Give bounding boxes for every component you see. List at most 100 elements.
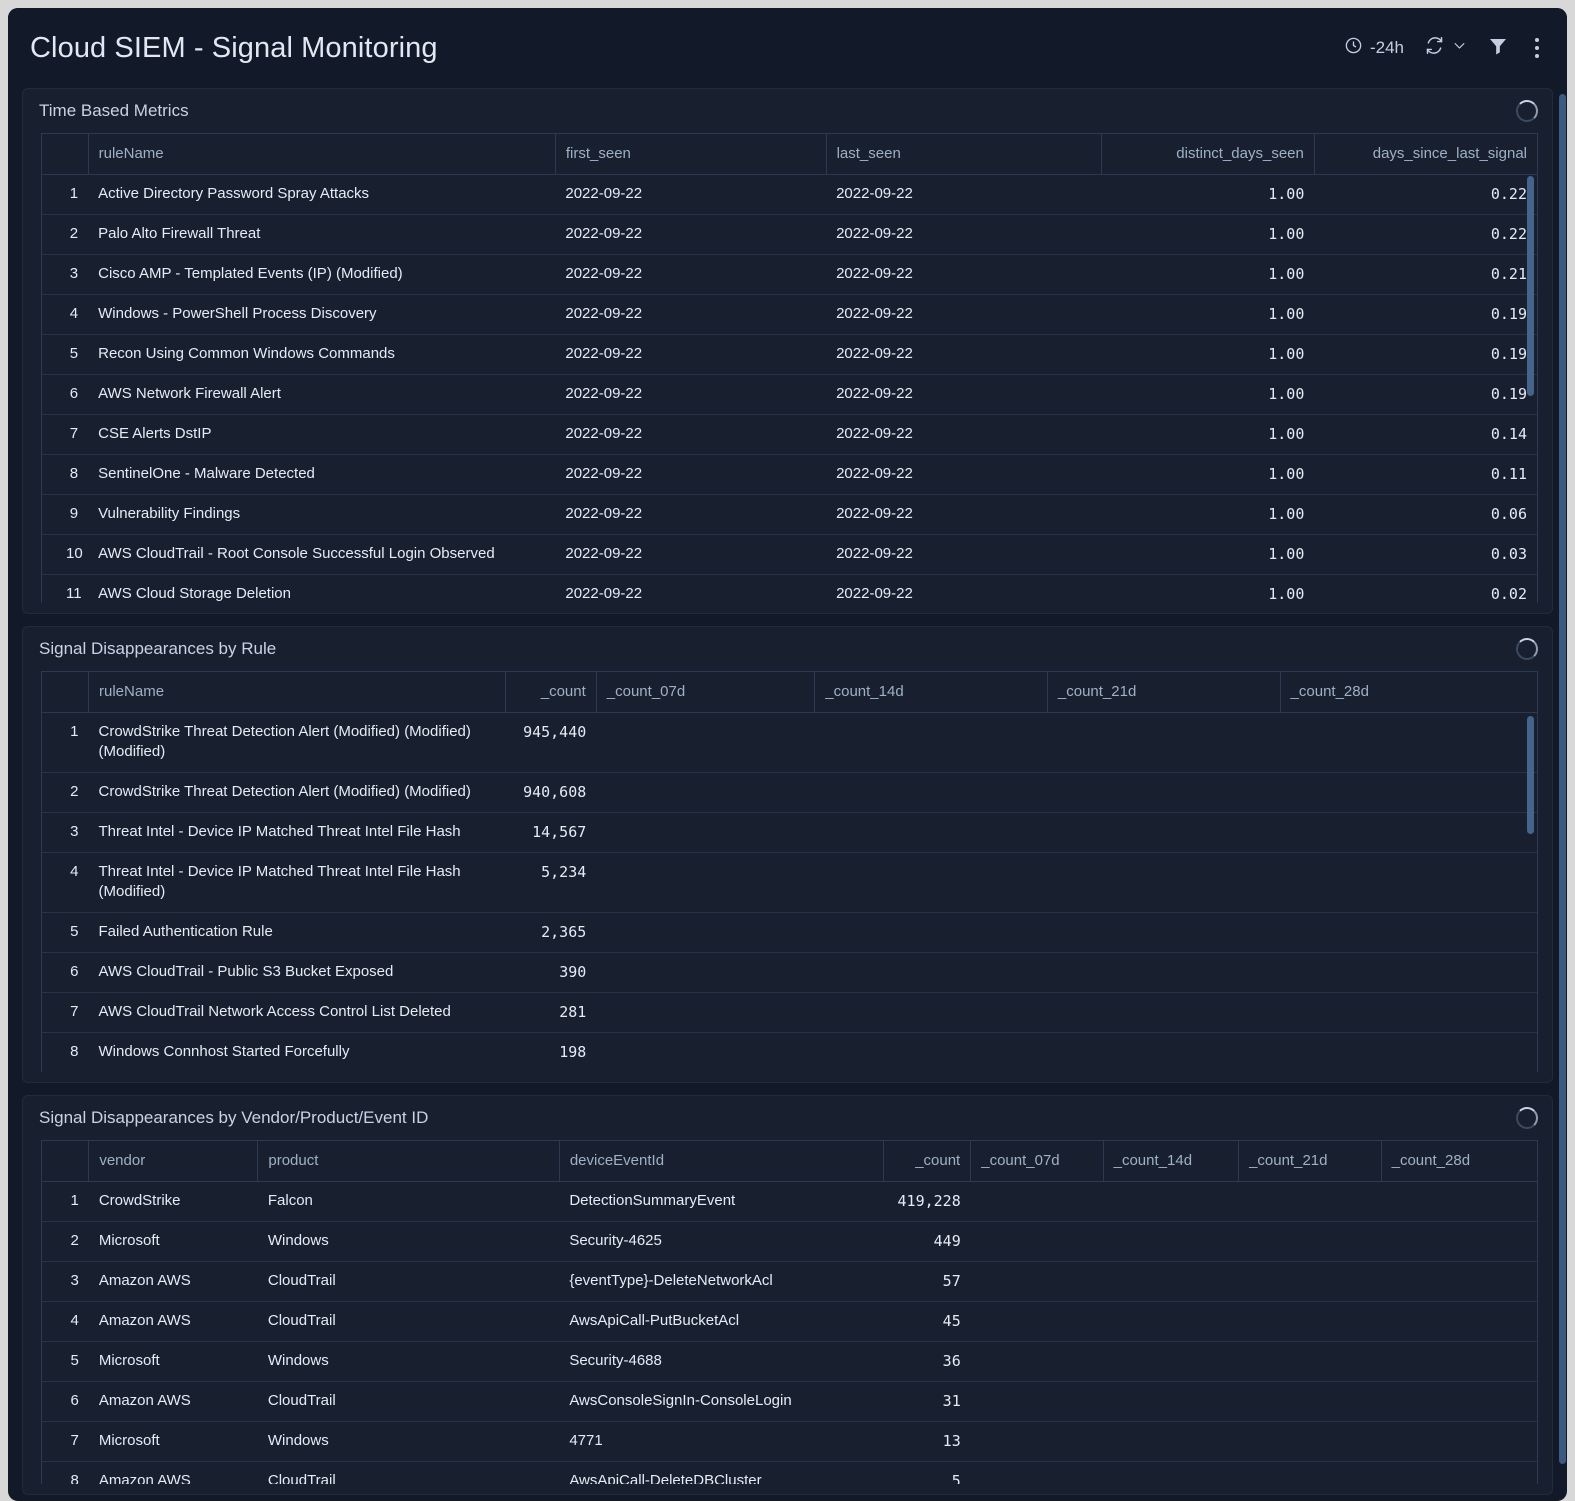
table-row[interactable]: 5Recon Using Common Windows Commands2022…: [42, 335, 1537, 375]
table-head: ruleName first_seen last_seen distinct_d…: [42, 134, 1537, 175]
col-header-count-14d[interactable]: _count_14d: [815, 672, 1048, 713]
cell-count: 5,234: [505, 853, 596, 913]
col-header-rulename[interactable]: ruleName: [88, 134, 555, 175]
table-row[interactable]: 8SentinelOne - Malware Detected2022-09-2…: [42, 455, 1537, 495]
col-header-vendor[interactable]: vendor: [89, 1141, 258, 1182]
row-number: 3: [56, 1262, 89, 1302]
filter-button[interactable]: [1487, 35, 1509, 62]
cell-rulename: CrowdStrike Threat Detection Alert (Modi…: [89, 773, 506, 813]
row-number: 6: [56, 953, 88, 993]
cell-count: 31: [883, 1382, 971, 1422]
scrollbar-thumb[interactable]: [1527, 716, 1534, 834]
table-body: 1CrowdStrike Threat Detection Alert (Mod…: [42, 713, 1537, 1073]
col-header-device-event-id[interactable]: deviceEventId: [559, 1141, 883, 1182]
vertical-scrollbar[interactable]: [1525, 672, 1535, 1072]
col-header-last-seen[interactable]: last_seen: [826, 134, 1102, 175]
cell-days-since-last-signal: 0.11: [1314, 455, 1537, 495]
cell-first-seen: 2022-09-22: [555, 335, 826, 375]
row-gutter: [42, 1182, 56, 1222]
table-row[interactable]: 6AWS CloudTrail - Public S3 Bucket Expos…: [42, 953, 1537, 993]
scrollbar-thumb[interactable]: [1527, 176, 1534, 396]
dashboard-header: Cloud SIEM - Signal Monitoring -24h: [8, 8, 1567, 88]
table-row[interactable]: 1CrowdStrikeFalconDetectionSummaryEvent4…: [42, 1182, 1537, 1222]
row-number: 4: [56, 1302, 89, 1342]
table-row[interactable]: 2MicrosoftWindowsSecurity-4625449: [42, 1222, 1537, 1262]
data-table: ruleName first_seen last_seen distinct_d…: [42, 134, 1537, 603]
table-row[interactable]: 4Threat Intel - Device IP Matched Threat…: [42, 853, 1537, 913]
vertical-scrollbar[interactable]: [1525, 134, 1535, 603]
table-scroll-area[interactable]: ruleName _count _count_07d _count_14d _c…: [41, 671, 1538, 1072]
panel-header: Signal Disappearances by Rule: [23, 627, 1552, 671]
refresh-control[interactable]: [1424, 35, 1467, 61]
cell-device-event-id: AwsConsoleSignIn-ConsoleLogin: [559, 1382, 883, 1422]
col-header-count-14d[interactable]: _count_14d: [1103, 1141, 1238, 1182]
more-options-button[interactable]: [1529, 36, 1545, 60]
row-number: 11: [56, 575, 88, 604]
col-header-count-28d[interactable]: _count_28d: [1381, 1141, 1537, 1182]
row-number: 6: [56, 1382, 89, 1422]
cell-rulename: Cisco AMP - Templated Events (IP) (Modif…: [88, 255, 555, 295]
table-row[interactable]: 11AWS Cloud Storage Deletion2022-09-2220…: [42, 575, 1537, 604]
cell-vendor: Amazon AWS: [89, 1462, 258, 1485]
row-gutter: [42, 853, 56, 913]
cell-count-07d: [971, 1222, 1103, 1262]
table-header-row: vendor product deviceEventId _count _cou…: [42, 1141, 1537, 1182]
col-header-product[interactable]: product: [258, 1141, 559, 1182]
cell-first-seen: 2022-09-22: [555, 415, 826, 455]
col-header-count-07d[interactable]: _count_07d: [971, 1141, 1103, 1182]
table-row[interactable]: 3Threat Intel - Device IP Matched Threat…: [42, 813, 1537, 853]
col-header-first-seen[interactable]: first_seen: [555, 134, 826, 175]
table-row[interactable]: 9Vulnerability Findings2022-09-222022-09…: [42, 495, 1537, 535]
col-header-rulename[interactable]: ruleName: [89, 672, 506, 713]
col-header-count[interactable]: _count: [505, 672, 596, 713]
row-gutter: [42, 1382, 56, 1422]
panel-title: Signal Disappearances by Vendor/Product/…: [39, 1108, 428, 1128]
row-gutter: [42, 993, 56, 1033]
table-scroll-area[interactable]: ruleName first_seen last_seen distinct_d…: [41, 133, 1538, 603]
table-row[interactable]: 4Windows - PowerShell Process Discovery2…: [42, 295, 1537, 335]
table-row[interactable]: 2CrowdStrike Threat Detection Alert (Mod…: [42, 773, 1537, 813]
table-row[interactable]: 5Failed Authentication Rule2,365: [42, 913, 1537, 953]
table-row[interactable]: 8Windows Connhost Started Forcefully198: [42, 1033, 1537, 1073]
col-header-count-28d[interactable]: _count_28d: [1280, 672, 1537, 713]
table-row[interactable]: 7MicrosoftWindows477113: [42, 1422, 1537, 1462]
cell-count-07d: [596, 993, 814, 1033]
cell-device-event-id: Security-4625: [559, 1222, 883, 1262]
row-gutter: [42, 1342, 56, 1382]
table-row[interactable]: 7AWS CloudTrail Network Access Control L…: [42, 993, 1537, 1033]
table-row[interactable]: 8Amazon AWSCloudTrailAwsApiCall-DeleteDB…: [42, 1462, 1537, 1485]
table-row[interactable]: 6Amazon AWSCloudTrailAwsConsoleSignIn-Co…: [42, 1382, 1537, 1422]
table-row[interactable]: 1Active Directory Password Spray Attacks…: [42, 175, 1537, 215]
cell-count-28d: [1381, 1302, 1537, 1342]
cell-distinct-days-seen: 1.00: [1102, 255, 1315, 295]
cell-count-14d: [1103, 1302, 1238, 1342]
loading-spinner-icon: [1516, 1107, 1538, 1129]
table-row[interactable]: 5MicrosoftWindowsSecurity-468836: [42, 1342, 1537, 1382]
table-row[interactable]: 2Palo Alto Firewall Threat2022-09-222022…: [42, 215, 1537, 255]
cell-count-07d: [971, 1382, 1103, 1422]
col-header-count-21d[interactable]: _count_21d: [1047, 672, 1280, 713]
cell-count-07d: [596, 913, 814, 953]
col-header-count-21d[interactable]: _count_21d: [1239, 1141, 1382, 1182]
table-row[interactable]: 4Amazon AWSCloudTrailAwsApiCall-PutBucke…: [42, 1302, 1537, 1342]
table-row[interactable]: 10AWS CloudTrail - Root Console Successf…: [42, 535, 1537, 575]
table-row[interactable]: 6AWS Network Firewall Alert2022-09-22202…: [42, 375, 1537, 415]
table-row[interactable]: 1CrowdStrike Threat Detection Alert (Mod…: [42, 713, 1537, 773]
table-row[interactable]: 3Cisco AMP - Templated Events (IP) (Modi…: [42, 255, 1537, 295]
col-header-count[interactable]: _count: [883, 1141, 971, 1182]
page-scrollbar-thumb[interactable]: [1559, 94, 1566, 1464]
cell-rulename: CSE Alerts DstIP: [88, 415, 555, 455]
cell-count-14d: [1103, 1382, 1238, 1422]
cell-rulename: AWS CloudTrail - Public S3 Bucket Expose…: [89, 953, 506, 993]
row-gutter: [42, 813, 56, 853]
table-row[interactable]: 3Amazon AWSCloudTrail{eventType}-DeleteN…: [42, 1262, 1537, 1302]
cell-count-07d: [971, 1422, 1103, 1462]
cell-device-event-id: AwsApiCall-DeleteDBCluster: [559, 1462, 883, 1485]
time-range-picker[interactable]: -24h: [1344, 36, 1404, 60]
col-header-distinct-days-seen[interactable]: distinct_days_seen: [1102, 134, 1315, 175]
col-header-days-since-last-signal[interactable]: days_since_last_signal: [1314, 134, 1537, 175]
cell-count: 945,440: [505, 713, 596, 773]
col-header-count-07d[interactable]: _count_07d: [596, 672, 814, 713]
table-scroll-area[interactable]: vendor product deviceEventId _count _cou…: [41, 1140, 1538, 1484]
table-row[interactable]: 7CSE Alerts DstIP2022-09-222022-09-221.0…: [42, 415, 1537, 455]
